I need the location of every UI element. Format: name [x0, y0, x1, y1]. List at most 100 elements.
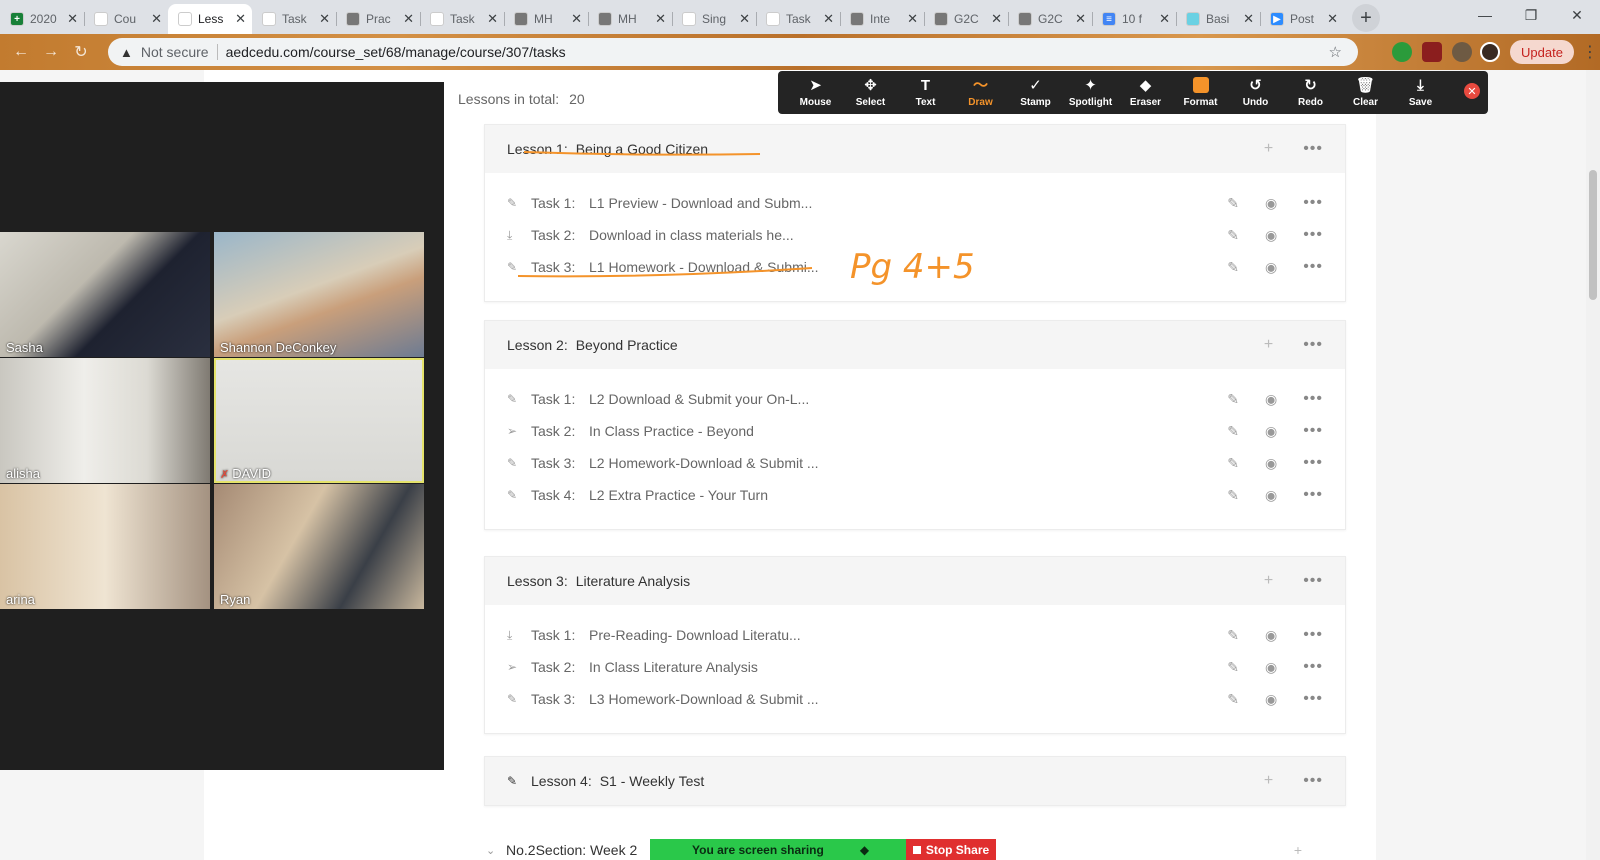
task-title[interactable]: L2 Homework-Download & Submit ...: [589, 455, 819, 471]
preview-eye-icon[interactable]: ◉: [1265, 391, 1277, 408]
task-title[interactable]: In Class Literature Analysis: [589, 659, 758, 675]
browser-tab[interactable]: Sing ✕: [672, 4, 756, 34]
tab-close-icon[interactable]: ✕: [1243, 11, 1254, 27]
task-row[interactable]: ✎ Task 1: L2 Download & Submit your On-L..…: [485, 383, 1345, 415]
tool-mouse[interactable]: ➤ Mouse: [788, 71, 843, 114]
tab-close-icon[interactable]: ✕: [1159, 11, 1170, 27]
lesson-header[interactable]: Lesson 1: Being a Good Citizen + •••: [485, 125, 1345, 173]
tab-close-icon[interactable]: ✕: [907, 11, 918, 27]
forward-button[interactable]: →: [36, 38, 66, 66]
more-icon[interactable]: •••: [1303, 336, 1323, 354]
task-row[interactable]: ⤓ Task 2: Download in class materials he..…: [485, 219, 1345, 251]
task-title[interactable]: Download in class materials he...: [589, 227, 794, 243]
edit-icon[interactable]: ✎: [1227, 423, 1239, 440]
chevron-down-icon[interactable]: ⌄: [486, 844, 495, 857]
browser-tab[interactable]: Task ✕: [420, 4, 504, 34]
edit-icon[interactable]: ✎: [1227, 259, 1239, 276]
browser-tab[interactable]: MH ✕: [504, 4, 588, 34]
more-icon[interactable]: •••: [1303, 422, 1323, 440]
task-row[interactable]: ✎ Task 3: L1 Homework - Download & Submi..…: [485, 251, 1345, 283]
task-title[interactable]: L3 Homework-Download & Submit ...: [589, 691, 819, 707]
plus-icon[interactable]: +: [1294, 842, 1302, 858]
task-title[interactable]: Pre-Reading- Download Literatu...: [589, 627, 801, 643]
more-icon[interactable]: •••: [1303, 486, 1323, 504]
tool-stamp[interactable]: ✓ Stamp: [1008, 71, 1063, 114]
browser-tab[interactable]: Task ✕: [252, 4, 336, 34]
task-row[interactable]: ✎ Task 3: L2 Homework-Download & Submit ..…: [485, 447, 1345, 479]
extension-puzzle-icon[interactable]: [1452, 42, 1472, 62]
tool-redo[interactable]: ↻ Redo: [1283, 71, 1338, 114]
edit-icon[interactable]: ✎: [1227, 227, 1239, 244]
browser-tab[interactable]: G2C ✕: [1008, 4, 1092, 34]
edit-icon[interactable]: ✎: [1227, 691, 1239, 708]
tool-text[interactable]: T Text: [898, 71, 953, 114]
back-button[interactable]: ←: [6, 38, 36, 66]
tab-close-icon[interactable]: ✕: [319, 11, 330, 27]
tab-close-icon[interactable]: ✕: [235, 11, 246, 27]
browser-tab[interactable]: Less ✕: [168, 4, 252, 34]
browser-menu-icon[interactable]: ⋮: [1582, 42, 1598, 62]
tab-close-icon[interactable]: ✕: [487, 11, 498, 27]
task-row[interactable]: ✎ Task 1: L1 Preview - Download and Subm..…: [485, 187, 1345, 219]
task-row[interactable]: ⤓ Task 1: Pre-Reading- Download Literatu..…: [485, 619, 1345, 651]
preview-eye-icon[interactable]: ◉: [1265, 227, 1277, 244]
tab-close-icon[interactable]: ✕: [991, 11, 1002, 27]
more-icon[interactable]: •••: [1303, 572, 1323, 590]
task-title[interactable]: In Class Practice - Beyond: [589, 423, 754, 439]
tool-save[interactable]: ⤓ Save: [1393, 71, 1448, 114]
tool-eraser[interactable]: ◆ Eraser: [1118, 71, 1173, 114]
lesson-header[interactable]: ✎ Lesson 4: S1 - Weekly Test + •••: [485, 757, 1345, 805]
lesson-header[interactable]: Lesson 3: Literature Analysis + •••: [485, 557, 1345, 605]
participant-tile[interactable]: ✗ DAVID: [214, 358, 424, 483]
browser-tab[interactable]: Cou ✕: [84, 4, 168, 34]
more-icon[interactable]: •••: [1303, 258, 1323, 276]
browser-tab[interactable]: MH ✕: [588, 4, 672, 34]
extension-green-icon[interactable]: [1392, 42, 1412, 62]
task-row[interactable]: ✎ Task 3: L3 Homework-Download & Submit ..…: [485, 683, 1345, 715]
edit-icon[interactable]: ✎: [1227, 627, 1239, 644]
bookmark-star-icon[interactable]: ☆: [1329, 43, 1342, 61]
more-icon[interactable]: •••: [1303, 226, 1323, 244]
task-row[interactable]: ➢ Task 2: In Class Practice - Beyond ✎ ◉ •••: [485, 415, 1345, 447]
edit-icon[interactable]: ✎: [1227, 391, 1239, 408]
minimize-button[interactable]: —: [1462, 0, 1508, 30]
browser-tab[interactable]: G2C ✕: [924, 4, 1008, 34]
more-icon[interactable]: •••: [1303, 690, 1323, 708]
participant-tile[interactable]: Shannon DeConkey: [214, 232, 424, 357]
browser-tab[interactable]: Prac ✕: [336, 4, 420, 34]
profile-avatar[interactable]: [1480, 42, 1500, 62]
restore-button[interactable]: ❐: [1508, 0, 1554, 30]
task-title[interactable]: L1 Homework - Download & Submi...: [589, 259, 819, 275]
address-bar[interactable]: ▲ Not secure aedcedu.com/course_set/68/m…: [108, 38, 1358, 66]
preview-eye-icon[interactable]: ◉: [1265, 259, 1277, 276]
tab-close-icon[interactable]: ✕: [403, 11, 414, 27]
more-icon[interactable]: •••: [1303, 454, 1323, 472]
add-task-icon[interactable]: +: [1264, 572, 1273, 590]
participant-tile[interactable]: alisha: [0, 358, 210, 483]
task-title[interactable]: L2 Download & Submit your On-L...: [589, 391, 809, 407]
tool-undo[interactable]: ↺ Undo: [1228, 71, 1283, 114]
task-title[interactable]: L1 Preview - Download and Subm...: [589, 195, 812, 211]
page-scrollbar[interactable]: [1586, 70, 1600, 860]
more-icon[interactable]: •••: [1303, 390, 1323, 408]
preview-eye-icon[interactable]: ◉: [1265, 195, 1277, 212]
tool-clear[interactable]: 🗑 Clear: [1338, 71, 1393, 114]
participant-tile[interactable]: arina: [0, 484, 210, 609]
url-text[interactable]: aedcedu.com/course_set/68/manage/course/…: [226, 44, 566, 60]
tool-format[interactable]: Format: [1173, 71, 1228, 114]
tab-close-icon[interactable]: ✕: [823, 11, 834, 27]
tab-close-icon[interactable]: ✕: [151, 11, 162, 27]
edit-icon[interactable]: ✎: [1227, 487, 1239, 504]
more-icon[interactable]: •••: [1303, 194, 1323, 212]
tab-close-icon[interactable]: ✕: [67, 11, 78, 27]
more-icon[interactable]: •••: [1303, 772, 1323, 790]
preview-eye-icon[interactable]: ◉: [1265, 455, 1277, 472]
add-task-icon[interactable]: +: [1264, 772, 1273, 790]
reload-button[interactable]: ↻: [66, 38, 96, 66]
browser-tab[interactable]: ≡ 10 f ✕: [1092, 4, 1176, 34]
preview-eye-icon[interactable]: ◉: [1265, 627, 1277, 644]
tab-close-icon[interactable]: ✕: [655, 11, 666, 27]
browser-tab[interactable]: +2020 ✕: [0, 4, 84, 34]
scrollbar-thumb[interactable]: [1589, 170, 1597, 300]
browser-tab[interactable]: ▶ Post ✕: [1260, 4, 1344, 34]
